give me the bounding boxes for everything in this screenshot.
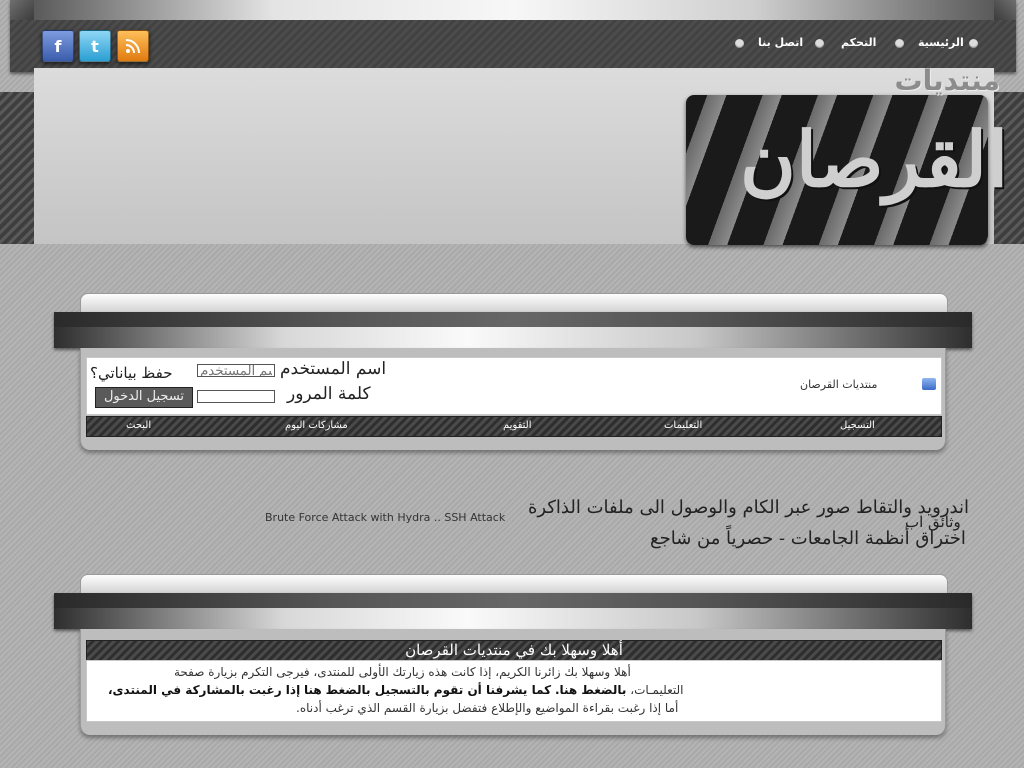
nav-search[interactable]: البحث	[126, 420, 151, 431]
top-bar-corner-left	[10, 0, 34, 20]
welcome-title: أهلا وسهلا بك في منتديات القرصان	[86, 640, 942, 661]
username-label: اسم المستخدم	[280, 359, 387, 379]
nav-instructions[interactable]: التعليمات	[664, 420, 702, 431]
password-input[interactable]	[197, 390, 275, 403]
news-item[interactable]: اندرويد والتقاط صور عبر الكام والوصول ال…	[528, 497, 969, 518]
nav-bullet-icon	[815, 39, 824, 48]
nav-register[interactable]: التسجيل	[840, 420, 875, 431]
instructions-text[interactable]: التعليمـات،	[630, 683, 683, 697]
nav-calendar[interactable]: التقويم	[503, 420, 532, 431]
news-item[interactable]: Brute Force Attack with Hydra .. SSH Att…	[265, 511, 505, 524]
login-button[interactable]: تسجيل الدخول	[95, 387, 193, 408]
welcome-frame-tab	[80, 574, 948, 595]
login-frame-bar	[54, 312, 972, 348]
facebook-icon[interactable]: f	[42, 30, 74, 62]
remember-me-label[interactable]: حفظ بياناتي؟	[90, 364, 173, 382]
nav-control[interactable]: التحكم	[841, 36, 876, 49]
rss-glyph	[125, 39, 140, 54]
rss-icon[interactable]	[117, 30, 149, 62]
nav-bullet-icon	[895, 39, 904, 48]
welcome-text-line: أهلا وسهلا بك زائرنا الكريم، إذا كانت هذ…	[174, 665, 631, 679]
twitter-glyph: t	[91, 36, 99, 56]
register-text: كما يشرفنا أن تقوم بالتسجيل بالضغط	[325, 683, 552, 697]
nav-bullet-icon	[969, 39, 978, 48]
welcome-text-line: أما إذا رغبت بقراءة المواضيع والإطلاع فت…	[296, 701, 679, 715]
news-item[interactable]: اختراق أنظمة الجامعات - حصرياً من شاجع	[650, 528, 966, 549]
folder-icon	[922, 378, 936, 390]
instructions-link[interactable]: بالضغط هنا.	[555, 683, 626, 697]
top-bar-corner-right	[994, 0, 1016, 20]
username-input[interactable]	[197, 364, 275, 377]
facebook-glyph: f	[54, 36, 62, 56]
nav-contact[interactable]: اتصل بنا	[758, 36, 803, 49]
twitter-icon[interactable]: t	[79, 30, 111, 62]
logo-text: القرصان	[740, 115, 1009, 204]
login-frame-tab	[80, 293, 948, 314]
register-link[interactable]: هنا	[304, 683, 322, 697]
password-label: كلمة المرور	[287, 384, 371, 404]
logo-subtitle: منتديات	[894, 64, 1000, 97]
welcome-frame-bar	[54, 593, 972, 629]
top-bar-highlight	[34, 0, 994, 20]
breadcrumb-forum-name[interactable]: منتديات القرصان	[800, 378, 877, 391]
participate-text: إذا رغبت بالمشاركة في المنتدى،	[108, 683, 301, 697]
welcome-text-line: التعليمـات، بالضغط هنا. كما يشرفنا أن تق…	[108, 683, 684, 697]
nav-home[interactable]: الرئيسية	[918, 36, 964, 49]
nav-todays-posts[interactable]: مشاركات اليوم	[285, 420, 348, 431]
nav-bullet-icon	[735, 39, 744, 48]
